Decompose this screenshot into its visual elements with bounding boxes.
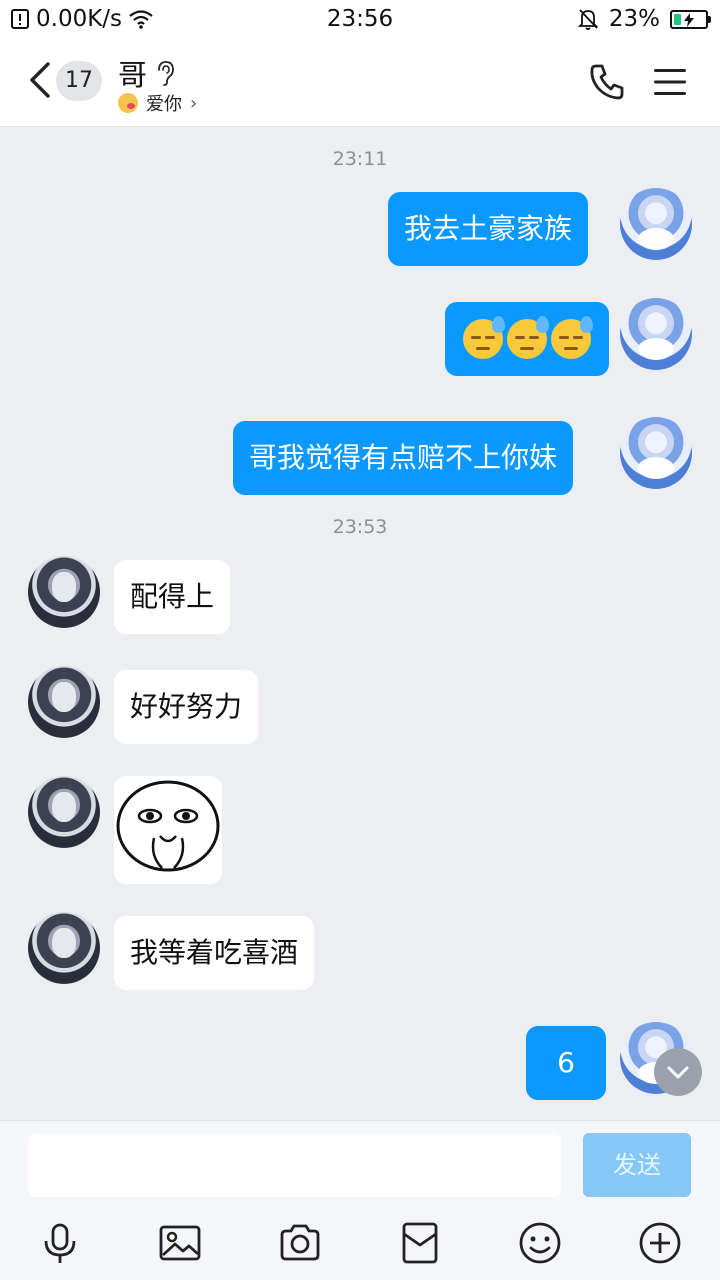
- scroll-to-bottom-button[interactable]: [654, 1048, 702, 1096]
- message-bubble-emoji[interactable]: [445, 302, 609, 376]
- status-bar: 0.00K/s 23:56 23%: [0, 0, 720, 40]
- timestamp: 23:53: [332, 516, 388, 538]
- send-button[interactable]: 发送: [583, 1133, 691, 1197]
- downcast-sweat-emoji: [551, 316, 593, 359]
- unread-count-badge[interactable]: 17: [56, 61, 102, 101]
- phone-icon[interactable]: [586, 60, 630, 104]
- my-avatar[interactable]: [620, 188, 692, 260]
- contact-subtitle[interactable]: 爱你 ›: [118, 90, 197, 116]
- downcast-sweat-emoji: [463, 316, 505, 359]
- message-input[interactable]: [29, 1134, 561, 1197]
- subtitle-text: 爱你: [146, 94, 182, 115]
- timestamp: 23:11: [332, 148, 388, 170]
- message-bubble-incoming[interactable]: 我等着吃喜酒: [114, 916, 315, 990]
- kiss-face-icon: [118, 93, 138, 113]
- emoji-icon[interactable]: [518, 1221, 562, 1265]
- message-bubble-outgoing[interactable]: 我去土豪家族: [388, 192, 589, 266]
- battery-charging-icon: [670, 9, 711, 29]
- message-bubble-outgoing[interactable]: 哥我觉得有点赔不上你妹: [233, 421, 574, 495]
- chevron-down-icon: [667, 1066, 689, 1079]
- my-avatar[interactable]: [620, 298, 692, 370]
- shy-face-sticker[interactable]: [114, 776, 222, 884]
- red-packet-icon[interactable]: [398, 1221, 442, 1265]
- message-bubble-incoming[interactable]: 配得上: [114, 560, 231, 634]
- ear-icon: [158, 61, 174, 86]
- input-bar: 发送: [0, 1120, 720, 1280]
- contact-name: 哥: [118, 58, 148, 92]
- downcast-sweat-emoji: [507, 316, 549, 359]
- camera-icon[interactable]: [278, 1221, 322, 1265]
- message-bubble-incoming[interactable]: 好好努力: [114, 670, 259, 744]
- menu-icon[interactable]: [652, 64, 688, 100]
- chat-header: 17 哥 爱你 ›: [0, 40, 720, 127]
- message-bubble-outgoing[interactable]: 6: [526, 1026, 606, 1100]
- battery-fill: [674, 13, 681, 25]
- chevron-right-icon: ›: [190, 92, 198, 114]
- contact-avatar[interactable]: [28, 666, 100, 738]
- my-avatar[interactable]: [620, 417, 692, 489]
- contact-avatar[interactable]: [28, 556, 100, 628]
- image-icon[interactable]: [158, 1221, 202, 1265]
- contact-avatar[interactable]: [28, 912, 100, 984]
- plus-icon[interactable]: [638, 1221, 682, 1265]
- microphone-icon[interactable]: [38, 1221, 82, 1265]
- contact-avatar[interactable]: [28, 776, 100, 848]
- contact-title[interactable]: 哥: [118, 52, 177, 94]
- message-list[interactable]: 23:11 我去土豪家族 哥我觉得有点赔不上你妹 23:53 配得上 好好努力 …: [0, 128, 720, 1120]
- status-right: 23%: [577, 6, 711, 32]
- battery-percent: 23%: [608, 6, 660, 32]
- mute-bell-icon: [577, 9, 599, 30]
